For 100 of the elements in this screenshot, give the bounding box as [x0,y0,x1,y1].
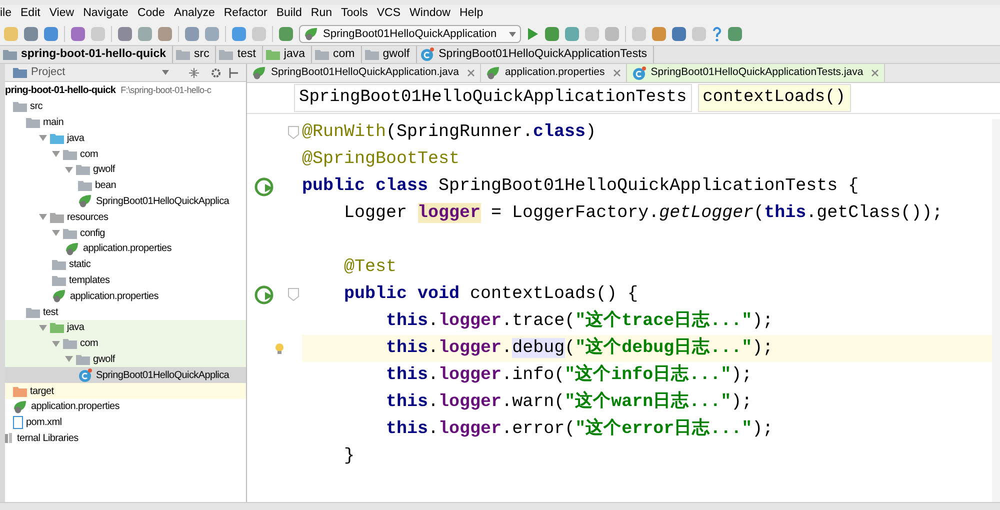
tree-label: com [80,148,98,162]
file-icon [13,416,23,430]
tree-label: pring-boot-01-hello-quick [5,84,116,98]
editor-breadcrumb[interactable]: contextLoads() [698,84,850,112]
tree-label: src [30,100,42,114]
caret-icon[interactable] [508,32,516,36]
editor-tab[interactable]: SpringBoot01HelloQuickApplication.java [247,64,481,82]
menu-item[interactable]: Run [310,5,332,23]
tree-item[interactable]: bean [5,178,246,194]
class-icon [78,368,93,383]
tree-item[interactable]: SpringBoot01HelloQuickApplica [5,194,246,210]
breadcrumb-item[interactable]: java [262,46,312,63]
tree-item[interactable]: ternal Libraries [5,430,246,446]
code-line: public class SpringBoot01HelloQuickApplicationTests { [302,175,859,198]
panel-title[interactable]: Project [31,64,66,81]
folder-icon [176,49,190,60]
close-icon[interactable] [871,69,880,77]
menu-item[interactable]: Refactor [224,5,268,23]
breadcrumb-item[interactable]: test [216,46,263,63]
caret-icon[interactable] [162,70,169,75]
breadcrumb-item[interactable]: SpringBoot01HelloQuickApplicationTests [416,46,654,63]
folder-icon [63,228,77,239]
tree-label: static [69,258,91,272]
tree-item[interactable]: gwolf [5,352,246,368]
tree-label: gwolf [93,163,115,178]
properties-file-icon [13,400,28,414]
tree-item[interactable]: templates [5,272,246,288]
tree-item[interactable]: static [5,256,246,273]
breadcrumb-item[interactable]: src [173,46,216,63]
menu-item[interactable]: VCS [376,5,401,23]
tree-item[interactable]: java [5,130,246,146]
tree-label: java [67,321,84,336]
tree-label: ternal Libraries [17,432,78,446]
class-icon [632,66,647,80]
tree-item[interactable]: resources [5,209,246,226]
tree-item[interactable]: java [5,320,246,336]
tree-item[interactable]: config [5,225,246,241]
menu-item[interactable]: Analyze [174,5,215,23]
tree-item[interactable]: gwolf [5,162,246,178]
tree-item[interactable]: src [5,98,246,115]
tree-item[interactable]: application.properties [5,288,246,304]
menu-item[interactable]: View [49,5,74,23]
menu-item[interactable]: Help [459,5,484,23]
menu-item[interactable]: Navigate [83,5,128,23]
tree-item[interactable]: pring-boot-01-hello-quick F:\spring-boot-01-hello-c [5,83,246,99]
lightbulb-icon[interactable] [275,342,284,354]
menu-item[interactable]: Edit [20,5,40,23]
run-icon[interactable] [254,284,276,306]
tree-item[interactable]: application.properties [5,398,246,415]
project-icon [13,67,27,78]
help-icon[interactable] [712,26,722,42]
menu-item[interactable]: Code [137,5,165,23]
tree-item[interactable]: test [5,304,246,320]
tree-item[interactable]: com [5,146,246,162]
spring-class-icon [304,27,319,41]
tree-item[interactable]: com [5,336,246,352]
run-icon[interactable] [526,27,539,41]
fold-icon[interactable] [288,126,299,139]
excluded-folder-icon [13,386,27,397]
collapse-icon[interactable] [189,68,199,78]
run-configuration-dropdown[interactable]: SpringBoot01HelloQuickApplication [299,25,521,43]
tree-label: templates [69,274,110,288]
folder-icon [78,180,92,192]
fold-icon[interactable] [288,288,299,301]
tree-label: SpringBoot01HelloQuickApplica [96,194,230,209]
menu-item[interactable]: Tools [341,5,368,23]
tree-item[interactable]: target [5,383,246,399]
tree-item[interactable]: main [5,114,246,130]
menu-item[interactable]: Build [276,5,302,23]
run-icon[interactable] [254,176,276,198]
code-line: @SpringBootTest [302,148,460,172]
editor-tab[interactable]: SpringBoot01HelloQuickApplicationTests.java [626,64,886,82]
tree-label: SpringBoot01HelloQuickApplica [96,368,230,383]
breadcrumb-item[interactable]: spring-boot-01-hello-quick [0,46,174,63]
tree-label: main [43,116,64,130]
close-icon[interactable] [612,69,621,77]
tree-item[interactable]: application.properties [5,240,246,257]
spring-class-icon [78,194,93,208]
tree-item[interactable]: pom.xml [5,414,246,431]
tree-label: config [80,226,105,241]
code-line: public void contextLoads() { [343,283,638,306]
tree-label: resources [67,210,108,225]
close-icon[interactable] [466,69,475,77]
tree-item[interactable]: SpringBoot01HelloQuickApplica [5,367,246,384]
test-folder-icon [50,322,64,334]
breadcrumb-item[interactable]: com [312,46,362,63]
editor-breadcrumb[interactable]: SpringBoot01HelloQuickApplicationTests [294,84,692,112]
menu-item[interactable]: Window [410,5,450,23]
class-icon [420,47,435,62]
breadcrumb-item[interactable]: gwolf [362,46,417,63]
module-folder-icon [3,49,17,60]
folder-icon [76,164,90,176]
hide-icon[interactable] [229,68,238,78]
tree-label: application.properties [70,290,158,304]
menu-item[interactable]: ile [0,5,12,23]
tree-path: F:\spring-boot-01-hello-c [120,84,212,98]
code-line: } [343,445,355,468]
editor-tab[interactable]: application.properties [480,64,627,82]
folder-icon [52,259,66,270]
folder-icon [13,101,27,112]
